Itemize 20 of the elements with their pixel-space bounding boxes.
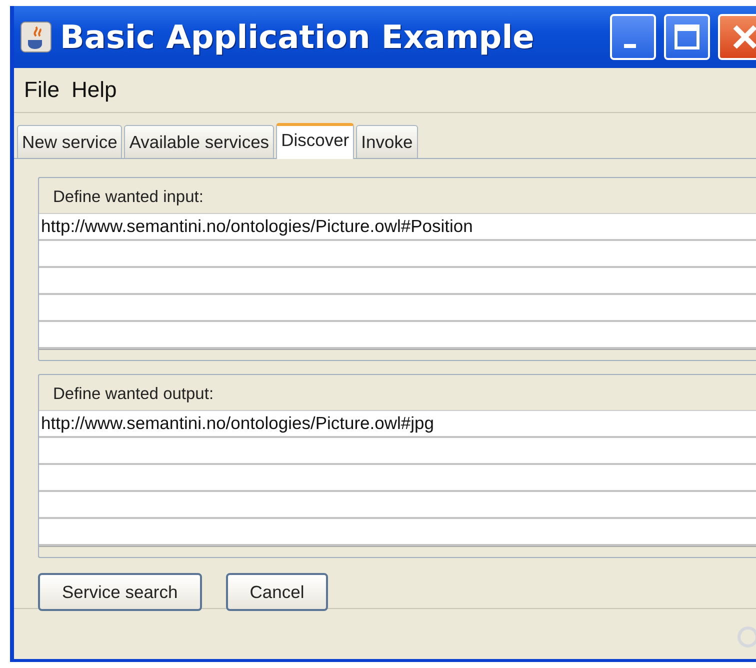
list-item[interactable]: http://www.semantini.no/ontologies/Picture.owl#Position [39, 214, 756, 241]
tab[interactable]: Invoke [356, 125, 418, 158]
minimize-button[interactable] [610, 14, 656, 60]
tab[interactable]: New service [17, 125, 122, 158]
group-label: Define wanted output: [52, 384, 215, 405]
tab[interactable]: Available services [124, 125, 274, 158]
window-title: Basic Application Example [60, 18, 536, 56]
tab[interactable]: Discover [276, 123, 354, 159]
action-button[interactable]: Service search [38, 573, 202, 611]
menu-item[interactable]: File [18, 77, 66, 103]
menu-item[interactable]: Help [65, 77, 123, 103]
list-item[interactable]: http://www.semantini.no/ontologies/Picture.owl#jpg [39, 411, 756, 438]
close-button[interactable] [718, 14, 756, 60]
minimize-icon [624, 44, 636, 48]
list-box[interactable]: http://www.semantini.no/ontologies/Picture.owl#jpg [39, 410, 756, 547]
action-button[interactable]: Cancel [226, 573, 328, 611]
maximize-button[interactable] [664, 14, 710, 60]
group-label: Define wanted input: [52, 187, 204, 208]
maximize-icon [673, 23, 701, 51]
list-box[interactable]: http://www.semantini.no/ontologies/Picture.owl#Position [39, 213, 756, 350]
